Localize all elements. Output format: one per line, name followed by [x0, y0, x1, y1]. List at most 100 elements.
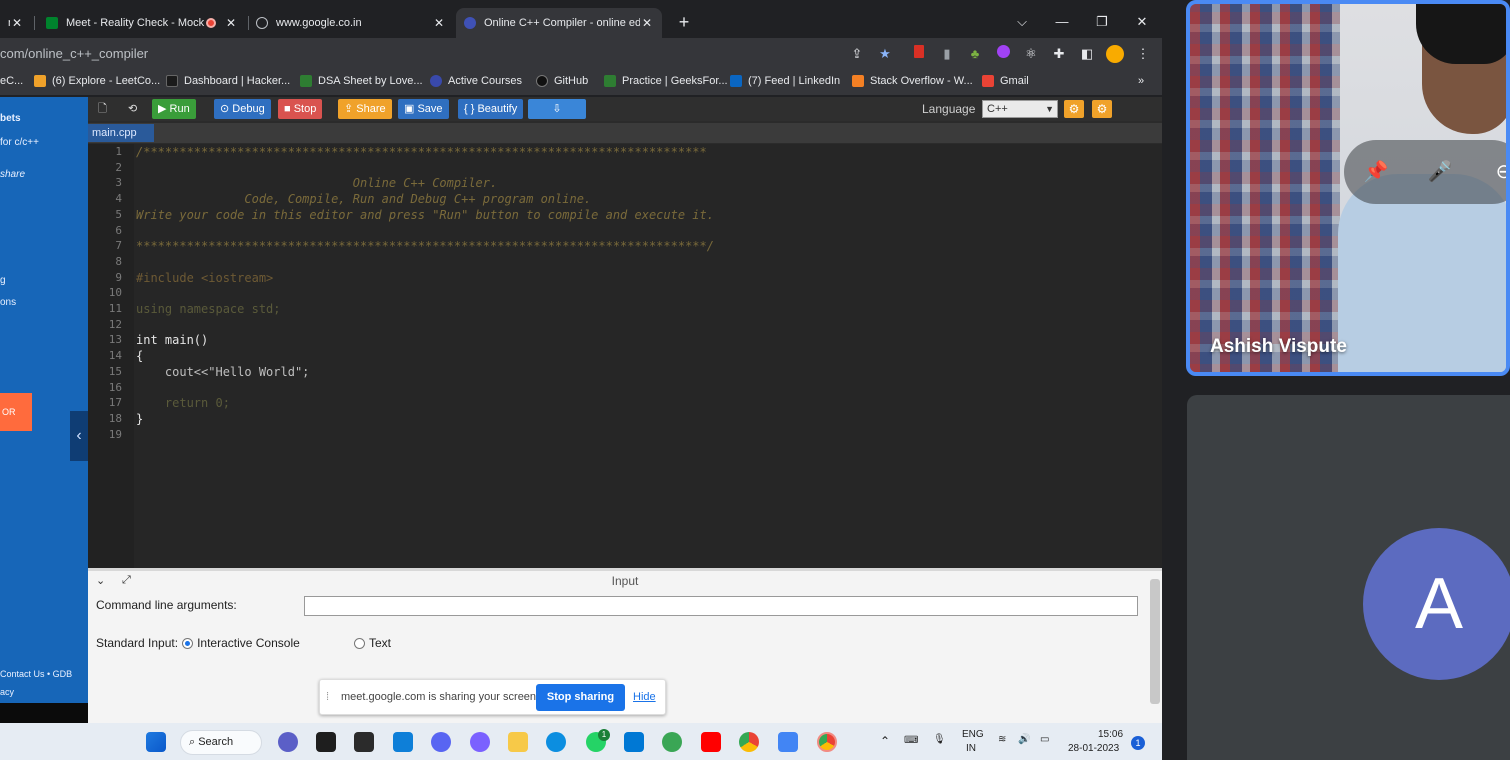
volume-icon[interactable]: 🔊: [1018, 734, 1030, 745]
bookmark-item[interactable]: eC...: [0, 75, 23, 87]
beautify-button[interactable]: { } Beautify: [458, 99, 524, 119]
share-page-icon[interactable]: ⇪: [848, 45, 866, 63]
browser-tab-meet[interactable]: Meet - Reality Check - Mock ✕: [38, 8, 246, 38]
remove-icon[interactable]: ⊖: [1490, 158, 1506, 186]
chrome-menu-icon[interactable]: ⋮: [1134, 45, 1152, 63]
bookmark-item[interactable]: Dashboard | Hacker...: [166, 75, 290, 87]
chevron-up-icon[interactable]: ⌃: [880, 734, 890, 748]
browser-tab-google[interactable]: www.google.co.in ✕: [248, 8, 454, 38]
code-line[interactable]: return 0;: [136, 396, 230, 410]
windows-start-icon[interactable]: [146, 732, 166, 752]
code-line[interactable]: int main(): [136, 333, 208, 347]
browser-tab-partial[interactable]: nd ✕: [0, 8, 32, 38]
nav-item[interactable]: bets: [0, 113, 21, 124]
window-close-button[interactable]: ✕: [1132, 12, 1152, 32]
code-line[interactable]: Online C++ Compiler.: [136, 176, 498, 190]
code-line[interactable]: ****************************************…: [136, 239, 714, 253]
browser-tab-compiler[interactable]: Online C++ Compiler - online ed ✕: [456, 8, 662, 38]
extension-react-icon[interactable]: ⚛: [1022, 45, 1040, 63]
app-window-icon[interactable]: [354, 732, 374, 752]
language-indicator-top[interactable]: ENG: [962, 729, 984, 740]
text-radio[interactable]: [354, 637, 365, 649]
code-line[interactable]: }: [136, 412, 143, 426]
drag-handle-icon[interactable]: ⁞: [326, 691, 329, 703]
clock-date[interactable]: 28-01-2023: [1068, 743, 1119, 754]
extension-red-icon[interactable]: [910, 45, 928, 63]
run-button[interactable]: ▶ Run: [152, 99, 196, 119]
language-indicator-bottom[interactable]: IN: [966, 743, 976, 754]
pin-icon[interactable]: 📌: [1362, 158, 1390, 186]
code-line[interactable]: /***************************************…: [136, 145, 707, 159]
address-bar[interactable]: com/online_c++_compiler: [0, 46, 148, 61]
stop-button[interactable]: ■ Stop: [278, 99, 323, 119]
text-option-label[interactable]: Text: [369, 636, 391, 650]
nav-item[interactable]: ons: [0, 297, 16, 308]
footer-links[interactable]: Contact Us • GDB: [0, 669, 72, 679]
nav-item[interactable]: g: [0, 275, 6, 286]
interactive-console-radio[interactable]: [182, 637, 194, 649]
interactive-console-label[interactable]: Interactive Console: [197, 636, 300, 650]
minimize-button[interactable]: —: [1052, 12, 1072, 32]
footer-links[interactable]: acy: [0, 687, 14, 697]
download-button[interactable]: ⇩: [528, 99, 586, 119]
input-panel-scrollbar[interactable]: [1150, 579, 1160, 704]
notepad-icon[interactable]: [778, 732, 798, 752]
collapse-sidebar-button[interactable]: ‹: [70, 411, 88, 461]
new-file-icon[interactable]: 🗋: [92, 99, 113, 119]
microphone-icon[interactable]: 🎤: [1426, 158, 1454, 186]
terminal-icon[interactable]: [316, 732, 336, 752]
close-icon[interactable]: ✕: [640, 16, 654, 30]
extension-purple-icon[interactable]: [994, 45, 1012, 63]
save-button[interactable]: ▣ Save: [398, 99, 449, 119]
tab-search-chevron-icon[interactable]: ⌵: [1012, 12, 1032, 32]
close-icon[interactable]: ✕: [224, 16, 238, 30]
code-line[interactable]: Code, Compile, Run and Debug C++ program…: [136, 192, 591, 206]
bookmark-item[interactable]: Stack Overflow - W...: [852, 75, 973, 87]
youtube-icon[interactable]: [701, 732, 721, 752]
vscode-icon[interactable]: [624, 732, 644, 752]
cla-input[interactable]: [304, 596, 1138, 616]
code-line[interactable]: Write your code in this editor and press…: [136, 208, 714, 222]
code-line[interactable]: cout<<"Hello World";: [136, 365, 310, 379]
side-panel-icon[interactable]: ◧: [1078, 45, 1096, 63]
nav-item[interactable]: share: [0, 169, 25, 180]
bookmark-item[interactable]: Practice | GeeksFor...: [604, 75, 728, 87]
clock-time[interactable]: 15:06: [1098, 729, 1123, 740]
chrome-icon[interactable]: [739, 732, 759, 752]
bookmark-item[interactable]: (6) Explore - LeetCo...: [34, 75, 160, 87]
keyboard-icon[interactable]: ⌨: [904, 735, 918, 746]
app-hexagon-icon[interactable]: [470, 732, 490, 752]
nav-item[interactable]: for c/c++: [0, 137, 39, 148]
stop-sharing-button[interactable]: Stop sharing: [536, 684, 625, 711]
bookmark-item[interactable]: GitHub: [536, 75, 588, 87]
microphone-icon[interactable]: 🎙: [933, 734, 946, 745]
debug-button[interactable]: ⊙ Debug: [214, 99, 271, 119]
file-tab-main[interactable]: main.cpp: [88, 124, 154, 142]
settings-gear-icon[interactable]: ⚙: [1092, 100, 1112, 118]
share-button[interactable]: ⇪ Share: [338, 99, 392, 119]
bookmark-item[interactable]: Active Courses: [430, 75, 522, 87]
wifi-icon[interactable]: ≋: [998, 734, 1006, 745]
bookmark-item[interactable]: DSA Sheet by Love...: [300, 75, 423, 87]
nav-orange-button[interactable]: OR: [0, 393, 32, 431]
remote-desktop-icon[interactable]: [393, 732, 413, 752]
edge-icon[interactable]: [546, 732, 566, 752]
restore-button[interactable]: ❐: [1092, 12, 1112, 32]
code-line[interactable]: {: [136, 349, 143, 363]
profile-avatar[interactable]: [1106, 45, 1124, 63]
code-editor[interactable]: 1 2 3 4 5 6 7 8 9 10 11 12 13 14 15 16 17 18 19 /*********…: [88, 144, 1162, 568]
self-view-tile[interactable]: A: [1187, 395, 1510, 760]
discord-icon[interactable]: [431, 732, 451, 752]
close-icon[interactable]: ✕: [10, 16, 24, 30]
file-explorer-icon[interactable]: [508, 732, 528, 752]
notification-badge[interactable]: 1: [1131, 736, 1145, 750]
extension-tree-icon[interactable]: ♣: [966, 45, 984, 63]
hide-link[interactable]: Hide: [633, 691, 656, 703]
settings-gear-icon[interactable]: ⚙: [1064, 100, 1084, 118]
close-icon[interactable]: ✕: [432, 16, 446, 30]
extension-grey-icon[interactable]: ▮: [938, 45, 956, 63]
battery-icon[interactable]: ▭: [1040, 734, 1049, 745]
bookmark-star-icon[interactable]: ★: [876, 45, 894, 63]
code-line[interactable]: using namespace std;: [136, 302, 281, 316]
language-select[interactable]: C++ ▼: [982, 100, 1058, 118]
